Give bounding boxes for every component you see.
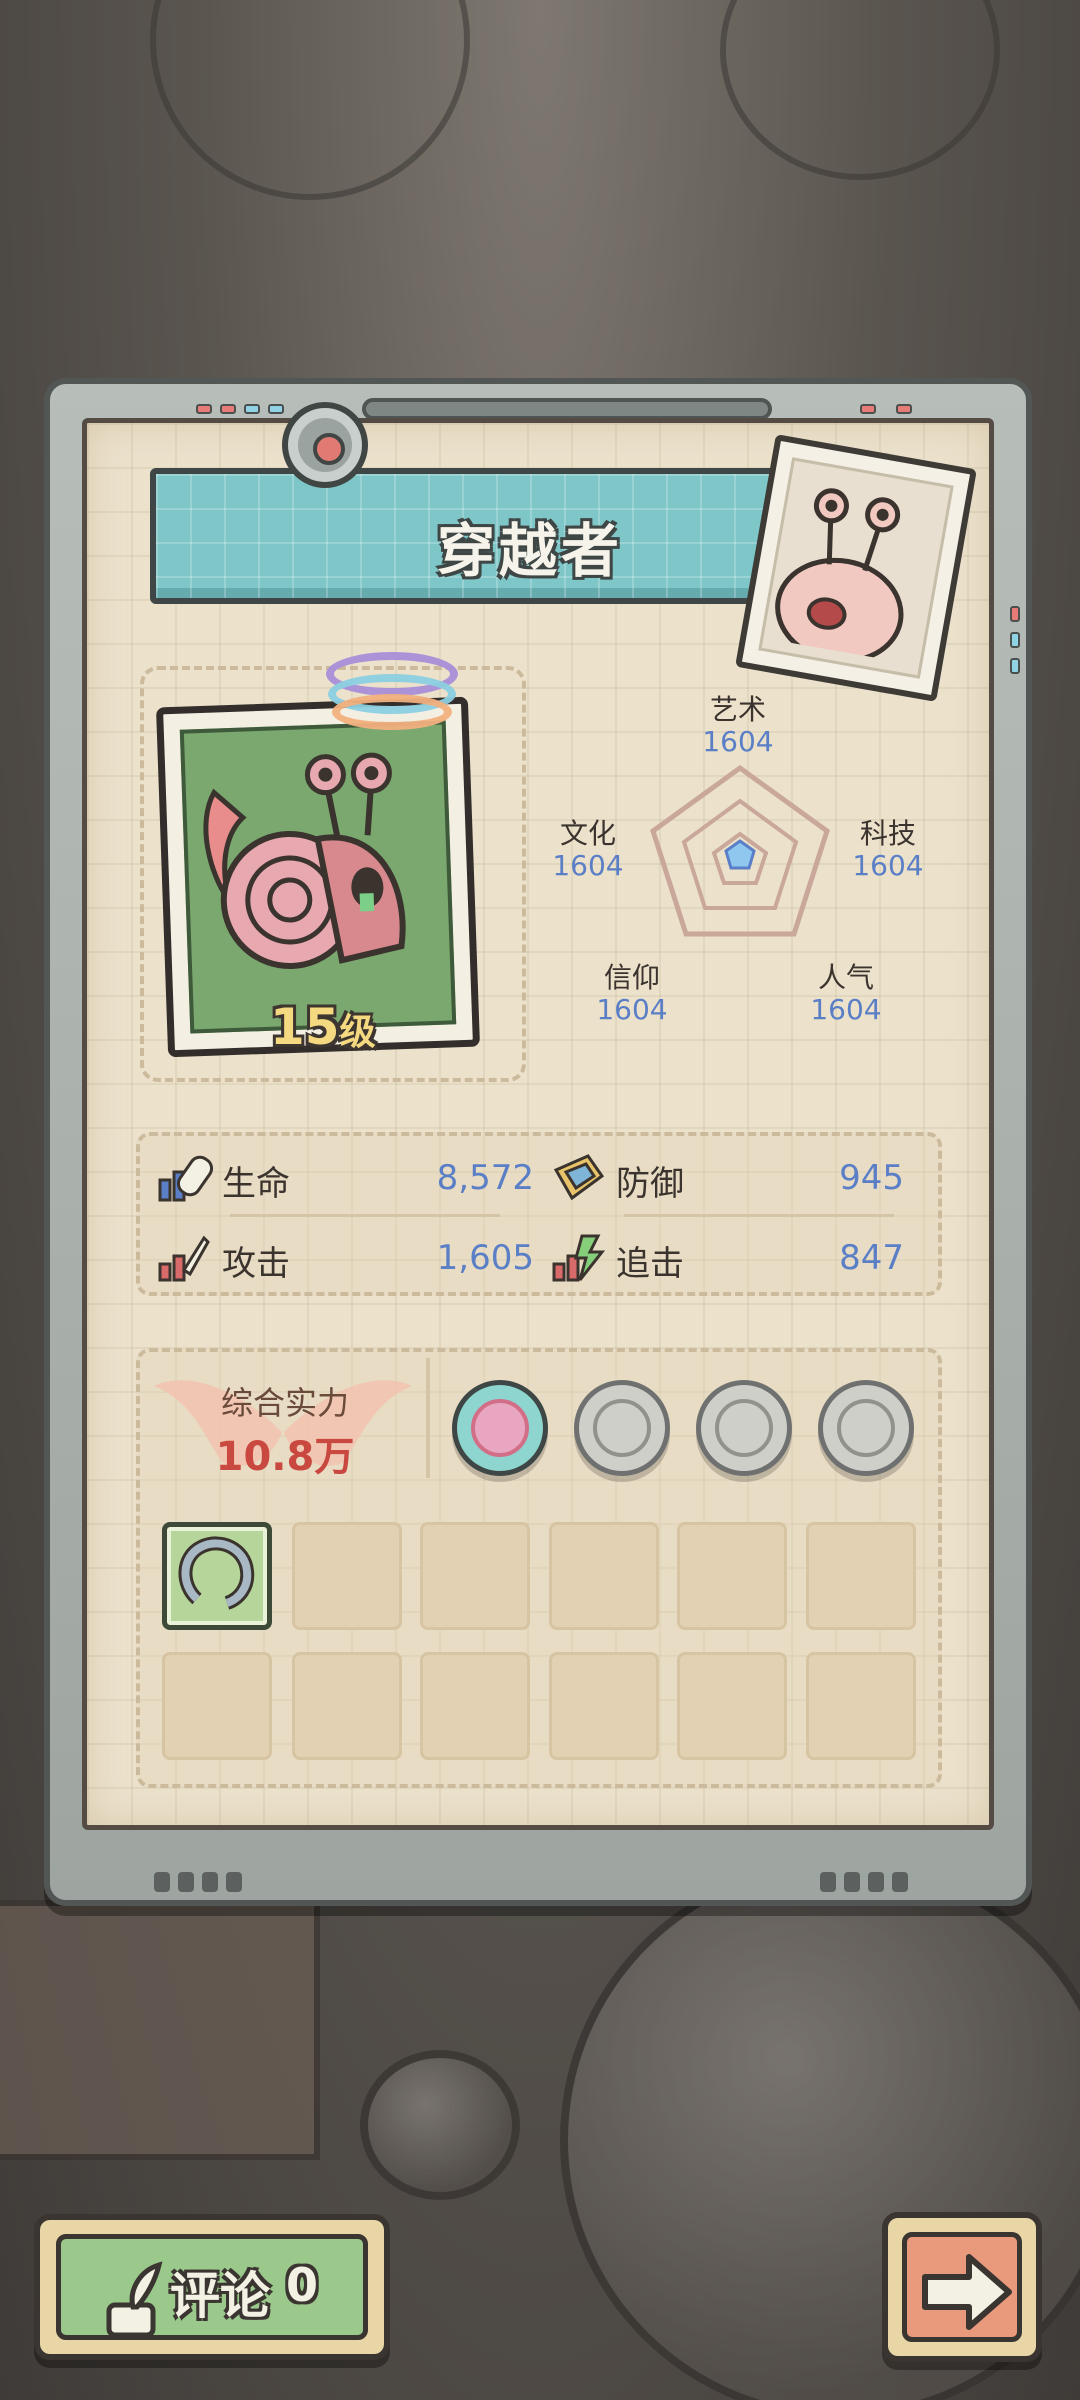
inventory-slot[interactable] xyxy=(549,1652,659,1760)
power-label: 综合实力 xyxy=(220,1384,349,1422)
attribute-art: 艺术 1604 xyxy=(678,693,798,759)
panel-rail xyxy=(362,398,772,420)
arrow-right-icon xyxy=(922,2254,1012,2330)
attribute-faith-label: 信仰 xyxy=(603,961,660,994)
inventory-slot[interactable] xyxy=(292,1652,402,1760)
inventory-slot[interactable] xyxy=(549,1522,659,1630)
inventory-slot[interactable] xyxy=(292,1522,402,1630)
stat-hp-value: 8,572 xyxy=(436,1158,534,1198)
attack-sword-icon xyxy=(158,1235,210,1282)
indicator-led xyxy=(860,404,876,414)
snail-portrait-icon xyxy=(758,457,954,679)
stat-hp: 生命 8,572 xyxy=(154,1148,534,1208)
power-value: 10.8万 xyxy=(215,1434,355,1480)
comment-label[interactable]: 评论 xyxy=(170,2256,270,2328)
horseshoe-item-icon xyxy=(178,1536,255,1610)
inventory-slot[interactable] xyxy=(162,1522,272,1630)
medal-emblem xyxy=(593,1399,651,1457)
stat-defense: 防御 945 xyxy=(548,1148,904,1208)
attribute-radar-chart xyxy=(650,764,830,937)
stat-divider xyxy=(230,1214,500,1217)
stat-hp-label: 生命 xyxy=(222,1164,290,1204)
rope-medal-icon[interactable] xyxy=(696,1380,792,1476)
attribute-tech-label: 科技 xyxy=(859,817,916,850)
snail-monster-icon xyxy=(203,752,406,969)
next-button-face xyxy=(902,2232,1022,2342)
inventory-slot[interactable] xyxy=(677,1652,787,1760)
scroll-medal-icon[interactable] xyxy=(574,1380,670,1476)
indicator-led xyxy=(1010,632,1020,648)
pipe-decoration xyxy=(150,0,470,200)
stat-attack: 攻击 1,605 xyxy=(154,1228,534,1288)
indicator-led xyxy=(220,404,236,414)
bucket-decoration xyxy=(360,2050,520,2200)
stat-defense-label: 防御 xyxy=(616,1164,684,1204)
medal-emblem xyxy=(837,1399,895,1457)
panel-plug xyxy=(868,1872,884,1892)
attribute-culture-value: 1604 xyxy=(552,849,624,883)
indicator-led xyxy=(896,404,912,414)
stat-pursuit-value: 847 xyxy=(839,1238,904,1278)
pipe-decoration xyxy=(720,0,1000,180)
dragon-medal-icon[interactable] xyxy=(452,1380,548,1476)
attribute-faith: 信仰 1604 xyxy=(572,961,692,1027)
level-suffix: 级 xyxy=(339,1012,376,1053)
stat-divider xyxy=(624,1214,894,1217)
crate-decoration xyxy=(0,1900,320,2160)
attribute-culture-label: 文化 xyxy=(559,817,616,850)
quill-icon xyxy=(106,2261,163,2338)
panel-plug xyxy=(202,1872,218,1892)
inventory-slot[interactable] xyxy=(806,1522,916,1630)
panel-plug xyxy=(892,1872,908,1892)
character-portrait-photo xyxy=(735,434,977,702)
medal-emblem xyxy=(471,1399,529,1457)
inventory-slot[interactable] xyxy=(806,1652,916,1760)
inventory-slot[interactable] xyxy=(162,1652,272,1760)
attribute-fame-value: 1604 xyxy=(810,993,882,1027)
inventory-slot[interactable] xyxy=(677,1522,787,1630)
pursuit-bolt-icon xyxy=(552,1234,606,1282)
stat-attack-value: 1,605 xyxy=(436,1238,534,1278)
comment-count: 0 xyxy=(286,2258,319,2312)
panel-plug xyxy=(226,1872,242,1892)
halo-ring-icon xyxy=(332,694,452,730)
panel-plug xyxy=(178,1872,194,1892)
stat-pursuit: 追击 847 xyxy=(548,1228,904,1288)
attribute-art-value: 1604 xyxy=(702,725,774,759)
panel-plug xyxy=(154,1872,170,1892)
power-divider xyxy=(426,1358,430,1478)
inventory-slot[interactable] xyxy=(420,1522,530,1630)
indicator-led xyxy=(244,404,260,414)
attribute-art-label: 艺术 xyxy=(709,693,766,726)
attribute-fame: 人气 1604 xyxy=(786,961,906,1027)
inventory-slot[interactable] xyxy=(420,1652,530,1760)
level-number: 15 xyxy=(270,998,340,1056)
attribute-tech-value: 1604 xyxy=(852,849,924,883)
indicator-led xyxy=(1010,658,1020,674)
indicator-led xyxy=(1010,606,1020,622)
attribute-culture: 文化 1604 xyxy=(528,817,648,883)
attribute-tech: 科技 1604 xyxy=(828,817,948,883)
radar-value-area xyxy=(724,839,756,870)
character-art xyxy=(179,720,457,1034)
stat-defense-value: 945 xyxy=(839,1158,904,1198)
attribute-fame-label: 人气 xyxy=(817,961,874,994)
panel-plug xyxy=(844,1872,860,1892)
indicator-led xyxy=(196,404,212,414)
character-level: 15级 xyxy=(270,998,376,1056)
valve-icon xyxy=(282,402,368,488)
hp-pill-icon xyxy=(158,1155,214,1202)
defense-shield-icon xyxy=(553,1154,605,1201)
stat-attack-label: 攻击 xyxy=(222,1244,290,1284)
attribute-faith-value: 1604 xyxy=(596,993,668,1027)
monster-medal-icon[interactable] xyxy=(818,1380,914,1476)
next-button[interactable] xyxy=(882,2212,1042,2362)
panel-plug xyxy=(820,1872,836,1892)
medal-emblem xyxy=(715,1399,773,1457)
stat-pursuit-label: 追击 xyxy=(616,1244,684,1284)
indicator-led xyxy=(268,404,284,414)
